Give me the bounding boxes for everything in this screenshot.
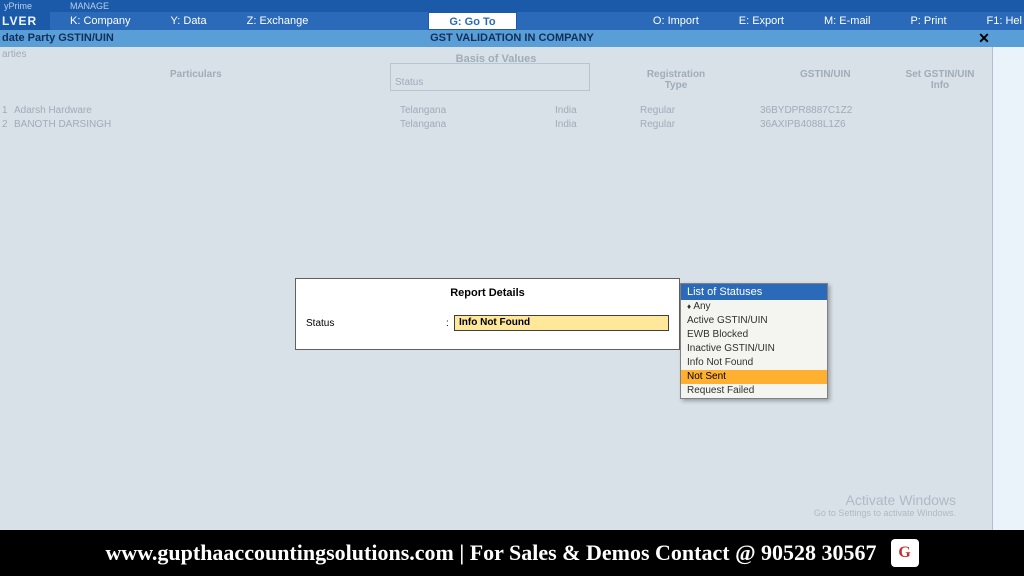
status-list-popup: List of Statuses AnyActive GSTIN/UINEWB … — [680, 283, 828, 399]
bg-parties: arties — [2, 49, 26, 60]
bg-status-label: Status — [395, 77, 423, 88]
row-name: Adarsh Hardware — [14, 105, 92, 116]
bg-status-box: Status — [390, 63, 590, 91]
status-input[interactable]: Info Not Found — [454, 315, 669, 331]
list-item[interactable]: EWB Blocked — [681, 328, 827, 342]
menu-email[interactable]: M: E-mail — [804, 12, 890, 30]
sub-header: date Party GSTIN/UIN GST VALIDATION IN C… — [0, 30, 1024, 47]
table-row: 2 BANOTH DARSINGH Telangana India Regula… — [0, 119, 992, 133]
menu-print[interactable]: P: Print — [890, 12, 966, 30]
table-row: 1 Adarsh Hardware Telangana India Regula… — [0, 105, 992, 119]
row-num: 2 — [2, 119, 8, 130]
list-item[interactable]: Info Not Found — [681, 356, 827, 370]
bg-data-rows: 1 Adarsh Hardware Telangana India Regula… — [0, 105, 992, 133]
watermark-line2: Go to Settings to activate Windows. — [814, 508, 956, 518]
row-state: Telangana — [400, 119, 446, 130]
watermark-line1: Activate Windows — [814, 492, 956, 508]
row-country: India — [555, 119, 577, 130]
menu-help[interactable]: F1: Hel — [967, 12, 1024, 30]
subheader-center: GST VALIDATION IN COMPANY — [430, 30, 594, 47]
row-gstin: 36BYDPR8887C1Z2 — [760, 105, 852, 116]
footer-logo: G — [891, 539, 919, 567]
menu-bar: LVER K: Company Y: Data Z: Exchange G: G… — [0, 12, 1024, 30]
hdr-setinfo: Set GSTIN/UIN Info — [900, 69, 980, 91]
status-label: Status — [306, 318, 446, 329]
list-item[interactable]: Not Sent — [681, 370, 827, 384]
row-country: India — [555, 105, 577, 116]
menu-company[interactable]: K: Company — [50, 12, 151, 30]
list-item[interactable]: Request Failed — [681, 384, 827, 398]
menu-goto[interactable]: G: Go To — [428, 12, 516, 30]
menu-exchange[interactable]: Z: Exchange — [227, 12, 329, 30]
menu-export[interactable]: E: Export — [719, 12, 804, 30]
footer-banner: www.gupthaaccountingsolutions.com | For … — [0, 530, 1024, 576]
close-icon[interactable]: ✕ — [976, 30, 992, 47]
row-regtype: Regular — [640, 119, 675, 130]
hdr-particulars: Particulars — [170, 69, 222, 80]
modal-title: Report Details — [306, 287, 669, 299]
report-details-modal: Report Details Status : Info Not Found — [295, 278, 680, 350]
menu-data[interactable]: Y: Data — [151, 12, 227, 30]
hdr-gstin: GSTIN/UIN — [800, 69, 851, 80]
manage-label: MANAGE — [70, 0, 109, 12]
list-item[interactable]: Active GSTIN/UIN — [681, 314, 827, 328]
hdr-regtype: Registration Type — [636, 69, 716, 91]
list-item[interactable]: Inactive GSTIN/UIN — [681, 342, 827, 356]
row-gstin: 36AXIPB4088L1Z6 — [760, 119, 846, 130]
list-header: List of Statuses — [681, 284, 827, 300]
brand-line1: yPrime — [4, 0, 32, 12]
windows-watermark: Activate Windows Go to Settings to activ… — [814, 492, 956, 518]
brand-silver: LVER — [0, 12, 50, 30]
menu-import[interactable]: O: Import — [633, 12, 719, 30]
list-item[interactable]: Any — [681, 300, 827, 314]
row-state: Telangana — [400, 105, 446, 116]
subheader-left: date Party GSTIN/UIN — [2, 30, 114, 47]
modal-status-row: Status : Info Not Found — [306, 315, 669, 331]
row-num: 1 — [2, 105, 8, 116]
row-name: BANOTH DARSINGH — [14, 119, 111, 130]
footer-text: www.gupthaaccountingsolutions.com | For … — [105, 540, 876, 566]
colon: : — [446, 318, 454, 329]
row-regtype: Regular — [640, 105, 675, 116]
right-sidebar — [992, 47, 1024, 530]
